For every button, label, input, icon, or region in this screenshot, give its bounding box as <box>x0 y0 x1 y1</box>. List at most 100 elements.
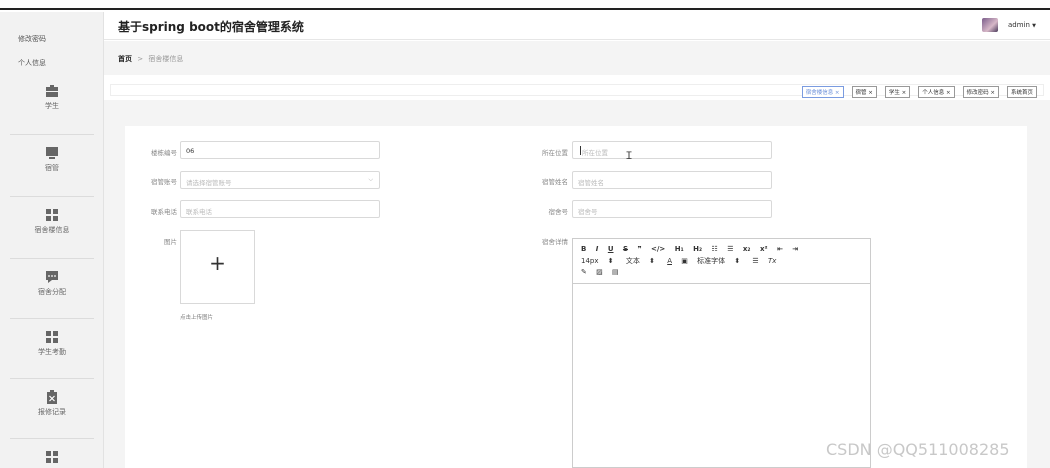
sidebar-item-label: 学生考勤 <box>38 348 66 356</box>
text-caret <box>580 146 581 155</box>
image-label: 图片 <box>164 238 177 246</box>
toolbar-row-3: ✎ ▨ ▤ <box>581 268 626 276</box>
avatar[interactable] <box>982 18 998 32</box>
sidebar-item-label: 宿舍分配 <box>38 288 66 296</box>
grid-icon <box>46 451 58 463</box>
tab-students[interactable]: 学生 × <box>884 86 911 98</box>
location-input[interactable]: 所在位置 <box>572 141 772 159</box>
sidebar-item-students[interactable]: 学生 <box>0 84 104 111</box>
user-menu[interactable]: admin ▼ <box>1008 21 1036 29</box>
top-border <box>0 0 1050 10</box>
plus-icon: + <box>209 251 226 275</box>
room-no-input[interactable]: 宿舍号 <box>572 200 772 218</box>
divider <box>10 258 94 259</box>
sidebar-link-profile[interactable]: 个人信息 <box>18 58 46 68</box>
superscript-button[interactable]: x² <box>760 245 768 253</box>
tab-building-info[interactable]: 宿舍楼信息 × <box>801 86 844 98</box>
image-upload[interactable]: + <box>180 230 255 304</box>
chevron-down-icon: ⌵ <box>368 176 373 183</box>
image-icon[interactable]: ▨ <box>596 268 603 276</box>
sidebar-item-label: 宿舍楼信息 <box>34 226 70 234</box>
toolbar-row-2: 14px ⬍ 文本 ⬍ A ▣ 标准字体 ⬍ ☰ Tx <box>581 256 783 266</box>
location-label: 所在位置 <box>542 149 568 157</box>
chevron-down-icon: ▼ <box>1032 23 1036 29</box>
sidebar-item-repair-records[interactable]: 报修记录 <box>0 390 104 417</box>
strike-button[interactable]: S <box>623 245 628 253</box>
editor-toolbar: B I U S ❞ </> H₁ H₂ ☷ ☰ x₂ x² ⇤ ⇥ 14px ⬍… <box>573 239 870 284</box>
chevron-updown-icon: ⬍ <box>607 257 614 265</box>
breadcrumb-separator: > <box>137 55 144 63</box>
text-cursor-icon: Ｉ <box>624 151 634 162</box>
ordered-list-button[interactable]: ☷ <box>711 245 717 253</box>
background-color-icon[interactable]: ▣ <box>681 257 688 265</box>
app-header: 基于spring boot的宿舍管理系统 admin ▼ <box>104 12 1050 40</box>
monitor-icon <box>46 147 58 159</box>
indent-button[interactable]: ⇥ <box>792 245 798 253</box>
building-no-input[interactable]: 06 <box>180 141 380 159</box>
sidebar-item-building-info[interactable]: 宿舍楼信息 <box>0 208 104 235</box>
chevron-updown-icon: ⬍ <box>734 257 741 265</box>
breadcrumb-current: 宿舍楼信息 <box>148 55 184 63</box>
location-placeholder: 所在位置 <box>582 149 608 157</box>
chevron-updown-icon: ⬍ <box>649 257 655 265</box>
tab-profile[interactable]: 个人信息 × <box>918 86 955 98</box>
grid-icon <box>46 331 58 343</box>
video-icon[interactable]: ▤ <box>612 268 619 276</box>
manager-account-label: 宿管账号 <box>151 178 177 186</box>
sidebar-item-more[interactable] <box>0 450 104 464</box>
font-family-select[interactable]: 标准字体 <box>697 257 725 265</box>
watermark: CSDN @QQ511008285 <box>826 440 1010 459</box>
upload-hint: 点击上传图片 <box>180 315 214 321</box>
bold-button[interactable]: B <box>581 245 586 253</box>
grid-icon <box>46 209 58 221</box>
tabs-bar: 宿舍楼信息 × 宿管 × 学生 × 个人信息 × 修改密码 × 系统首页 <box>110 84 1044 98</box>
tab-change-password[interactable]: 修改密码 × <box>962 86 999 98</box>
divider <box>10 134 94 135</box>
sidebar-link-change-password[interactable]: 修改密码 <box>18 34 46 44</box>
clipboard-x-icon <box>47 390 57 404</box>
outdent-button[interactable]: ⇤ <box>777 245 783 253</box>
sidebar-item-room-allocation[interactable]: 宿舍分配 <box>0 270 104 297</box>
link-icon[interactable]: ✎ <box>581 268 587 276</box>
details-label: 宿舍详情 <box>542 238 568 246</box>
manager-name-label: 宿管姓名 <box>542 178 568 186</box>
sidebar-item-attendance[interactable]: 学生考勤 <box>0 330 104 357</box>
italic-button[interactable]: I <box>596 245 599 253</box>
subscript-button[interactable]: x₂ <box>743 245 751 253</box>
room-no-label: 宿舍号 <box>548 208 569 216</box>
manager-account-placeholder: 请选择宿管账号 <box>186 179 232 187</box>
h2-button[interactable]: H₂ <box>693 245 702 253</box>
manager-account-select[interactable]: 请选择宿管账号 ⌵ <box>180 171 380 189</box>
font-size-select[interactable]: 14px <box>581 257 599 265</box>
tabs: 宿舍楼信息 × 宿管 × 学生 × 个人信息 × 修改密码 × 系统首页 <box>801 86 1037 98</box>
chat-icon <box>46 271 58 283</box>
underline-button[interactable]: U <box>608 245 614 253</box>
breadcrumb: 首页 > 宿舍楼信息 <box>118 54 183 64</box>
code-button[interactable]: </> <box>651 245 665 253</box>
divider <box>10 438 94 439</box>
breadcrumb-bar: 首页 > 宿舍楼信息 <box>104 41 1050 75</box>
h1-button[interactable]: H₁ <box>675 245 684 253</box>
rich-text-editor[interactable]: B I U S ❞ </> H₁ H₂ ☷ ☰ x₂ x² ⇤ ⇥ 14px ⬍… <box>572 238 871 468</box>
bullet-list-button[interactable]: ☰ <box>727 245 733 253</box>
sidebar-item-label: 报修记录 <box>38 408 66 416</box>
briefcase-icon <box>46 85 58 97</box>
align-icon[interactable]: ☰ <box>752 257 758 265</box>
clear-format-icon[interactable]: Tx <box>768 257 776 265</box>
divider <box>10 378 94 379</box>
username: admin <box>1007 21 1030 29</box>
tab-managers[interactable]: 宿管 × <box>851 86 877 98</box>
quote-button[interactable]: ❞ <box>637 245 641 253</box>
sidebar-item-label: 学生 <box>45 102 59 110</box>
font-color-button[interactable]: A <box>667 257 672 265</box>
divider <box>10 196 94 197</box>
sidebar-item-managers[interactable]: 宿管 <box>0 146 104 173</box>
phone-label: 联系电话 <box>151 208 177 216</box>
sidebar: 修改密码 个人信息 学生 宿管 宿舍楼信息 宿舍分配 学生考勤 报修记录 <box>0 12 104 468</box>
manager-name-input[interactable]: 宿管姓名 <box>572 171 772 189</box>
breadcrumb-home[interactable]: 首页 <box>118 55 132 63</box>
phone-input[interactable]: 联系电话 <box>180 200 380 218</box>
tab-home[interactable]: 系统首页 <box>1006 86 1037 98</box>
header-select[interactable]: 文本 <box>626 257 640 265</box>
building-no-label: 楼栋编号 <box>151 149 177 157</box>
